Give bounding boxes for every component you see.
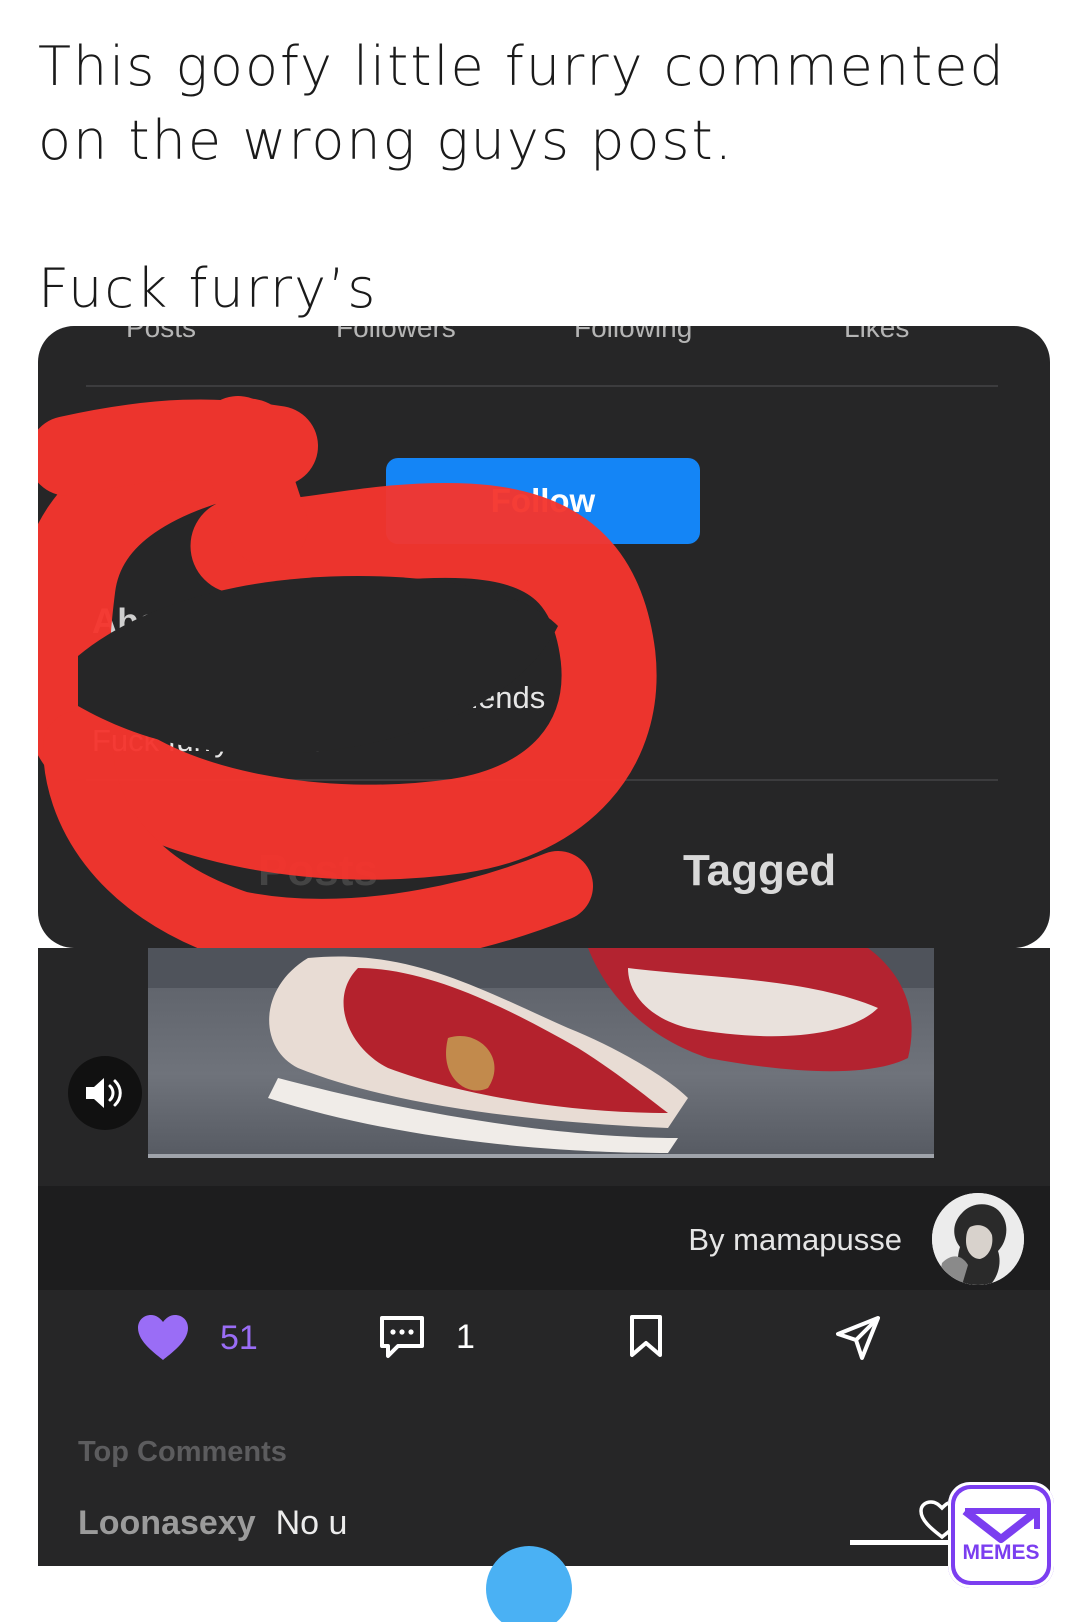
stat-following[interactable]: Following xyxy=(574,326,692,344)
about-title: About Me xyxy=(92,602,252,641)
comment-underline xyxy=(850,1540,954,1545)
profile-card: Posts Followers Following Likes Follow A… xyxy=(38,326,1050,948)
memes-logo: MEMES xyxy=(948,1482,1054,1588)
fab-button[interactable] xyxy=(486,1546,572,1622)
post-actions: 51 1 xyxy=(38,1314,1050,1384)
caption-line-1: This goofy little furry commented xyxy=(38,35,1006,98)
comments-count: 1 xyxy=(456,1317,475,1356)
likes-count: 51 xyxy=(220,1318,258,1357)
about-line-1: I’m Loona and hope to be friends xyxy=(92,680,546,715)
author-byline[interactable]: By mamapusse xyxy=(688,1222,902,1258)
bookmark-icon xyxy=(630,1315,662,1357)
post-caption: This goofy little furry commented on the… xyxy=(38,30,1048,326)
divider xyxy=(86,385,998,387)
profile-stats: Posts Followers Following Likes xyxy=(38,326,1050,352)
sneaker-image xyxy=(148,948,934,1158)
share-icon xyxy=(836,1316,880,1360)
stat-likes[interactable]: Likes xyxy=(844,326,909,344)
author-avatar[interactable] xyxy=(932,1193,1024,1285)
memes-logo-text: MEMES xyxy=(962,1541,1039,1564)
bookmark-action[interactable] xyxy=(628,1314,664,1358)
author-bar: By mamapusse xyxy=(38,1186,1050,1290)
memes-logo-inner: MEMES xyxy=(955,1489,1047,1581)
avatar-sketch xyxy=(932,1193,1024,1285)
heart-icon xyxy=(138,1315,188,1360)
comment-text: No u xyxy=(275,1504,348,1542)
video-post: By mamapusse 51 1 Top Comments Loonasexy… xyxy=(38,948,1050,1622)
like-action[interactable]: 51 xyxy=(136,1314,258,1362)
comment-row: Loonasexy No u xyxy=(78,1504,347,1543)
caption-line-3: Fuck furry’s xyxy=(38,257,378,320)
divider xyxy=(86,779,998,781)
memes-logo-icon: MEMES xyxy=(962,1507,1040,1564)
comment-action[interactable]: 1 xyxy=(378,1314,475,1360)
stat-followers[interactable]: Followers xyxy=(336,326,456,344)
speaker-icon xyxy=(86,1078,122,1108)
stat-posts[interactable]: Posts xyxy=(126,326,196,344)
about-text: I’m Loona and hope to be friends Fuck fu… xyxy=(92,676,545,762)
comment-author[interactable]: Loonasexy xyxy=(78,1504,256,1542)
tab-posts[interactable]: Posts xyxy=(258,846,378,896)
sound-toggle-button[interactable] xyxy=(68,1056,142,1130)
about-line-2: Fuck furry haters xyxy=(92,723,325,758)
tab-tagged[interactable]: Tagged xyxy=(683,846,836,896)
comment-icon xyxy=(380,1316,424,1358)
video-thumbnail[interactable] xyxy=(148,948,934,1158)
follow-button[interactable]: Follow xyxy=(386,458,700,544)
top-comments-heading: Top Comments xyxy=(78,1436,287,1468)
caption-line-2: on the wrong guys post. xyxy=(38,109,734,172)
share-action[interactable] xyxy=(834,1314,882,1362)
